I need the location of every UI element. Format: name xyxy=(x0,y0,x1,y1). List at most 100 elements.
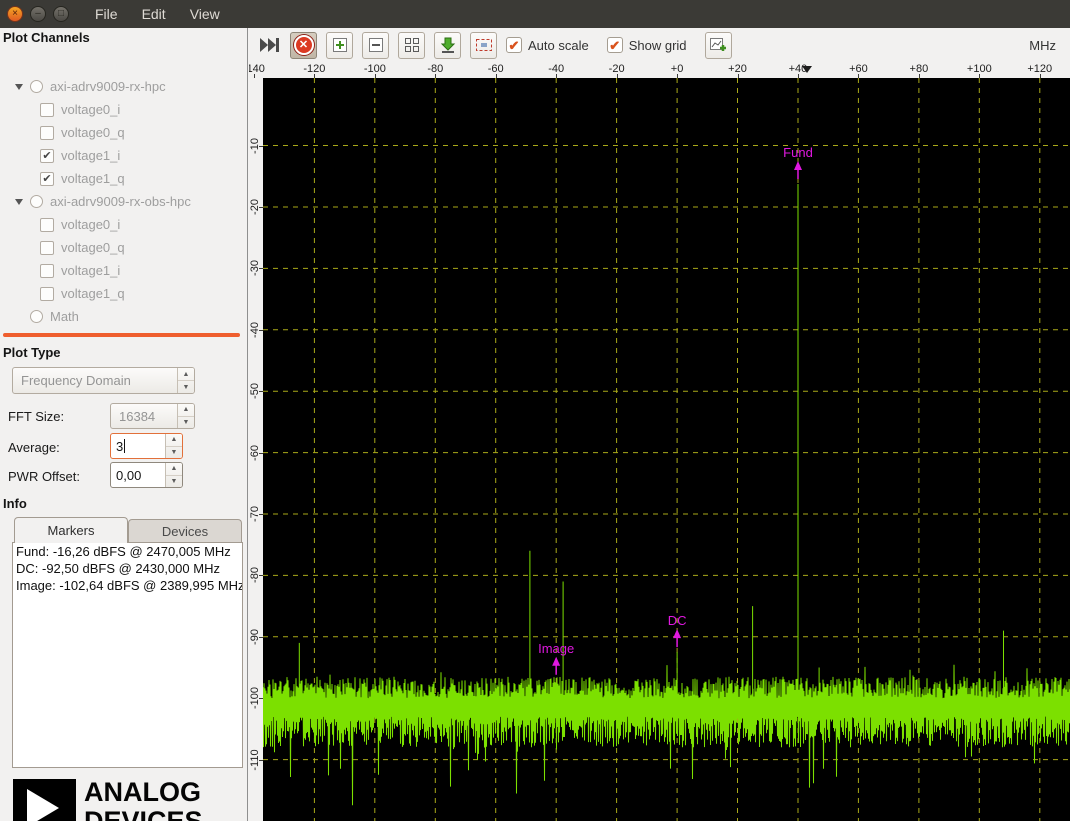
channel-checkbox[interactable]: ✔ xyxy=(40,149,54,163)
tree-item-Math[interactable]: Math xyxy=(0,305,244,328)
tree-item-voltage1_q[interactable]: ✔voltage1_q xyxy=(0,167,244,190)
new-plot-button[interactable] xyxy=(705,32,732,59)
tree-item-voltage0_i[interactable]: voltage0_i xyxy=(0,98,244,121)
spin-stepper-icon[interactable]: ▲▼ xyxy=(165,463,182,487)
markers-info-textview[interactable]: Fund: -16,26 dBFS @ 2470,005 MHz DC: -92… xyxy=(12,542,243,768)
combo-stepper-icon[interactable]: ▲▼ xyxy=(177,368,194,393)
stop-x-icon: ✕ xyxy=(294,35,314,55)
maximize-window-button[interactable]: □ xyxy=(53,6,69,22)
tab-markers[interactable]: Markers xyxy=(14,517,128,543)
tree-item-label: voltage0_i xyxy=(61,102,120,117)
plot-type-title: Plot Type xyxy=(3,345,61,360)
tree-item-voltage0_i[interactable]: voltage0_i xyxy=(0,213,244,236)
show-grid-checkbox[interactable]: ✔ xyxy=(607,37,623,53)
auto-scale-checkbox[interactable]: ✔ xyxy=(506,37,522,53)
tab-devices-label: Devices xyxy=(162,524,208,539)
skip-forward-icon xyxy=(259,37,281,53)
peak-marker-label: Fund xyxy=(783,145,813,160)
peak-marker-label: Image xyxy=(538,641,574,656)
average-value: 3 xyxy=(116,439,123,454)
menu-view[interactable]: View xyxy=(190,6,220,22)
menu-file[interactable]: File xyxy=(95,6,118,22)
close-window-button[interactable]: × xyxy=(7,6,23,22)
logo-text-analog: ANALOG xyxy=(84,778,201,806)
tree-item-axi-adrv9009-rx-hpc[interactable]: axi-adrv9009-rx-hpc xyxy=(0,75,244,98)
tree-item-label: voltage0_q xyxy=(61,240,125,255)
channel-tree: axi-adrv9009-rx-hpc voltage0_i voltage0_q ✔… xyxy=(0,75,244,328)
tree-item-axi-adrv9009-rx-obs-hpc[interactable]: axi-adrv9009-rx-obs-hpc xyxy=(0,190,244,213)
fullscreen-icon xyxy=(475,38,493,52)
tree-item-voltage0_q[interactable]: voltage0_q xyxy=(0,236,244,259)
marker-info-fund: Fund: -16,26 dBFS @ 2470,005 MHz xyxy=(13,543,242,560)
pwr-offset-label: PWR Offset: xyxy=(8,469,80,484)
sidebar: Plot Channels axi-adrv9009-rx-hpc voltage… xyxy=(0,28,248,821)
channel-checkbox[interactable]: ✔ xyxy=(40,172,54,186)
channel-checkbox[interactable] xyxy=(40,287,54,301)
tree-item-label: voltage0_i xyxy=(61,217,120,232)
tree-item-label: voltage1_q xyxy=(61,286,125,301)
save-green-arrow-icon xyxy=(440,37,456,53)
tree-item-voltage1_i[interactable]: voltage1_i xyxy=(0,259,244,282)
show-grid-label: Show grid xyxy=(629,38,687,53)
channel-checkbox[interactable] xyxy=(40,126,54,140)
plot-toolbar: ✕ xyxy=(249,28,1070,62)
peak-marker-label: DC xyxy=(668,613,687,628)
radio-button[interactable] xyxy=(30,310,43,323)
plot-type-combo[interactable]: Frequency Domain ▲▼ xyxy=(12,367,195,394)
average-spinbox[interactable]: 3 ▲▼ xyxy=(110,433,183,459)
radio-button[interactable] xyxy=(30,195,43,208)
x-axis: -140-120-100-80-60-40-20+0+20+40+60+80+1… xyxy=(249,62,1070,78)
capture-play-button[interactable] xyxy=(259,37,281,53)
adi-triangle-icon xyxy=(27,789,59,821)
fft-size-value: 16384 xyxy=(111,404,177,428)
new-plot-icon xyxy=(709,37,727,53)
zoom-in-button[interactable] xyxy=(326,32,353,59)
zoom-out-icon xyxy=(368,37,384,53)
fft-size-combo[interactable]: 16384 ▲▼ xyxy=(110,403,195,429)
tree-item-voltage1_i[interactable]: ✔voltage1_i xyxy=(0,144,244,167)
tab-devices[interactable]: Devices xyxy=(128,519,242,543)
fft-spectrum-svg[interactable]: Fund DC Image xyxy=(263,78,1070,821)
expander-down-icon[interactable] xyxy=(15,199,23,205)
tree-item-label: axi-adrv9009-rx-obs-hpc xyxy=(50,194,191,209)
tree-item-label: axi-adrv9009-rx-hpc xyxy=(50,79,166,94)
y-axis: -10-20-30-40-50-60-70-80-90-100-110 xyxy=(249,78,263,821)
marker-info-image: Image: -102,64 dBFS @ 2389,995 MHz xyxy=(13,577,242,594)
radio-button[interactable] xyxy=(30,80,43,93)
iio-oscilloscope-window: × – □ File Edit View Plot Channels axi-a… xyxy=(0,0,1070,821)
fullscreen-button[interactable] xyxy=(470,32,497,59)
stop-capture-button[interactable]: ✕ xyxy=(290,32,317,59)
x-tick-label: -140 xyxy=(249,63,265,75)
tree-item-voltage1_q[interactable]: voltage1_q xyxy=(0,282,244,305)
expander-down-icon[interactable] xyxy=(15,84,23,90)
plot-type-value: Frequency Domain xyxy=(13,368,177,393)
tree-item-voltage0_q[interactable]: voltage0_q xyxy=(0,121,244,144)
channel-checkbox[interactable] xyxy=(40,241,54,255)
title-bar: × – □ File Edit View xyxy=(0,0,1070,28)
tree-item-label: voltage0_q xyxy=(61,125,125,140)
tree-item-label: voltage1_i xyxy=(61,263,120,278)
menu-edit[interactable]: Edit xyxy=(142,6,166,22)
analog-devices-logo-icon xyxy=(13,779,76,821)
channel-checkbox[interactable] xyxy=(40,103,54,117)
save-plot-button[interactable] xyxy=(434,32,461,59)
fft-size-label: FFT Size: xyxy=(8,409,64,424)
text-caret xyxy=(124,439,125,453)
average-label: Average: xyxy=(8,440,60,455)
info-title: Info xyxy=(3,496,27,511)
spectrum-plot[interactable]: Fund DC Image xyxy=(263,78,1070,821)
pwr-offset-value: 0,00 xyxy=(116,468,141,483)
pwr-offset-spinbox[interactable]: 0,00 ▲▼ xyxy=(110,462,183,488)
channel-checkbox[interactable] xyxy=(40,264,54,278)
logo-text-devices: DEVICES xyxy=(84,807,203,821)
plot-channels-title: Plot Channels xyxy=(3,30,90,45)
channel-checkbox[interactable] xyxy=(40,218,54,232)
minimize-window-button[interactable]: – xyxy=(30,6,46,22)
axis-marker-triangle-icon[interactable] xyxy=(802,66,812,73)
combo-stepper-icon[interactable]: ▲▼ xyxy=(177,404,194,428)
spin-stepper-icon[interactable]: ▲▼ xyxy=(165,434,182,458)
zoom-out-button[interactable] xyxy=(362,32,389,59)
tree-horizontal-scrollbar[interactable] xyxy=(3,333,240,337)
zoom-fit-button[interactable] xyxy=(398,32,425,59)
zoom-fit-icon xyxy=(404,37,420,53)
